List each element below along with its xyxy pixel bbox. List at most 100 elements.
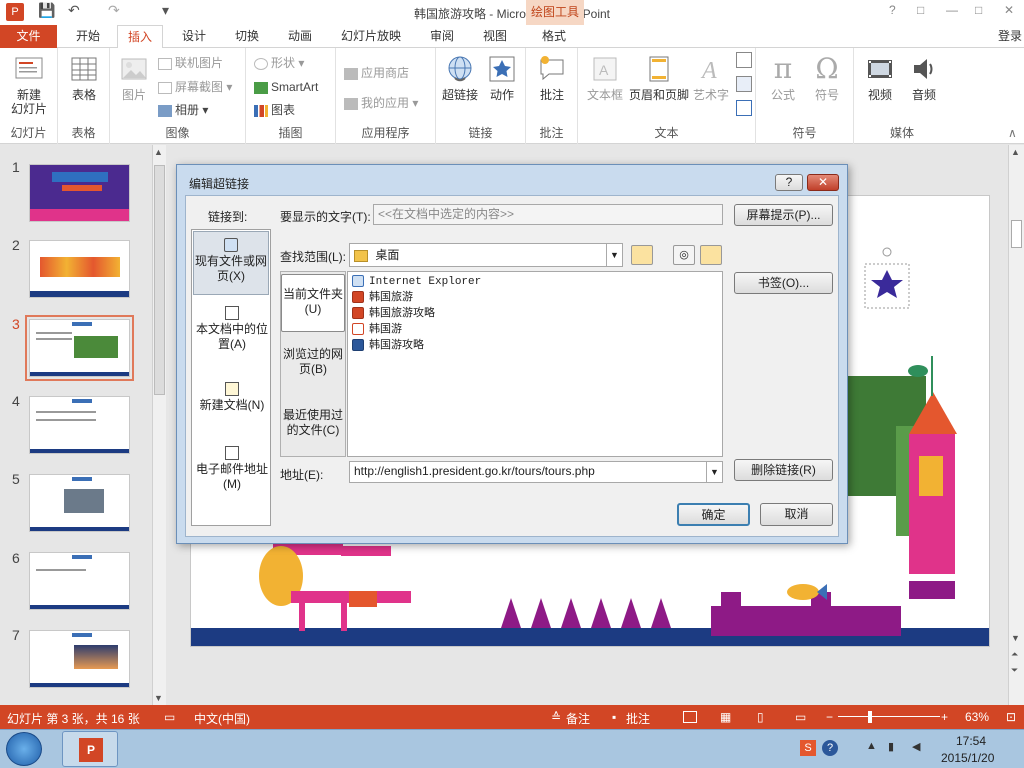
ok-button[interactable]: 确定: [677, 503, 750, 526]
comments-button[interactable]: 批注: [626, 710, 650, 727]
action-button[interactable]: 动作: [482, 54, 522, 102]
powerpoint-taskbar-button[interactable]: P: [62, 731, 118, 767]
tray-expand-icon[interactable]: ▲: [866, 740, 877, 752]
tab-insert[interactable]: 插入: [117, 25, 163, 49]
sogou-icon[interactable]: S: [800, 740, 816, 756]
wordart-button[interactable]: A 艺术字: [690, 54, 732, 102]
editor-scrollbar[interactable]: ▲ ▼ ⏶ ⏷: [1008, 145, 1024, 705]
comment-button[interactable]: 批注: [530, 54, 574, 102]
new-slide-button[interactable]: 新建 幻灯片: [4, 54, 54, 116]
header-footer-button[interactable]: 页眉和页脚: [628, 54, 690, 102]
tab-view[interactable]: 视图: [473, 25, 517, 48]
tab-transitions[interactable]: 切换: [225, 25, 269, 48]
minimize-button[interactable]: —: [946, 3, 958, 17]
table-button[interactable]: 表格: [62, 54, 106, 102]
zoom-slider-thumb[interactable]: [868, 711, 873, 723]
address-field[interactable]: http://english1.president.go.kr/tours/to…: [349, 461, 723, 483]
tab-animations[interactable]: 动画: [278, 25, 322, 48]
object-icon[interactable]: [736, 100, 752, 116]
reading-view-icon[interactable]: ▯: [757, 710, 764, 724]
smartart-button[interactable]: SmartArt: [254, 78, 318, 96]
cancel-button[interactable]: 取消: [760, 503, 833, 526]
audio-button[interactable]: 音频: [902, 54, 946, 102]
scope-current-folder[interactable]: 当前文件夹(U): [281, 274, 345, 332]
zoom-slider[interactable]: [838, 716, 940, 717]
spelling-icon[interactable]: ▭: [164, 710, 175, 724]
tab-slideshow[interactable]: 幻灯片放映: [332, 25, 410, 48]
close-button[interactable]: ✕: [1004, 3, 1014, 17]
collapse-ribbon-icon[interactable]: ∧: [1008, 124, 1017, 142]
up-folder-icon[interactable]: [631, 245, 653, 265]
online-pictures-button[interactable]: 联机图片: [158, 54, 223, 72]
list-item[interactable]: 韩国游攻略: [352, 338, 424, 354]
thumbnail-scrollbar[interactable]: ▲ ▼: [152, 145, 166, 705]
help-tray-icon[interactable]: ?: [822, 740, 838, 756]
zoom-level[interactable]: 63%: [965, 710, 989, 724]
scroll-thumb[interactable]: [1011, 220, 1022, 248]
volume-icon[interactable]: ◀: [912, 740, 920, 753]
list-item[interactable]: 韩国旅游: [352, 290, 413, 306]
clock-time[interactable]: 17:54: [956, 734, 986, 748]
link-to-new-document[interactable]: 新建文档(N): [193, 382, 271, 413]
list-item[interactable]: 韩国旅游攻略: [352, 306, 435, 322]
clock-date[interactable]: 2015/1/20: [941, 751, 994, 765]
photo-album-button[interactable]: 相册 ▾: [158, 101, 208, 119]
scroll-thumb[interactable]: [154, 165, 165, 395]
next-slide-icon[interactable]: ⏷: [1011, 665, 1018, 676]
look-in-select[interactable]: 桌面 ▼: [349, 243, 623, 267]
scroll-up-icon[interactable]: ▲: [1011, 147, 1020, 157]
list-item[interactable]: 韩国游: [352, 322, 402, 338]
tab-home[interactable]: 开始: [66, 25, 110, 48]
scroll-up-icon[interactable]: ▲: [154, 147, 163, 157]
slide-thumbnail[interactable]: [29, 396, 130, 454]
zoom-out-button[interactable]: −: [826, 710, 833, 724]
shapes-button[interactable]: 形状 ▾: [254, 54, 304, 72]
tab-review[interactable]: 审阅: [420, 25, 464, 48]
slide-sorter-icon[interactable]: ▦: [720, 710, 731, 724]
tab-file[interactable]: 文件: [0, 25, 57, 48]
datetime-icon[interactable]: [736, 52, 752, 68]
remove-link-button[interactable]: 删除链接(R): [734, 459, 833, 481]
picture-button[interactable]: 图片: [116, 54, 152, 102]
slide-thumbnail[interactable]: [29, 164, 130, 222]
link-to-existing-file[interactable]: 现有文件或网页(X): [193, 231, 269, 295]
screentip-button[interactable]: 屏幕提示(P)...: [734, 204, 833, 226]
my-apps-button[interactable]: 我的应用 ▾: [344, 94, 418, 112]
slide-thumbnail-selected[interactable]: [25, 315, 134, 381]
tab-design[interactable]: 设计: [172, 25, 216, 48]
symbol-button[interactable]: Ω 符号: [806, 54, 848, 103]
bookmark-button[interactable]: 书签(O)...: [734, 272, 833, 294]
link-to-email[interactable]: 电子邮件地址(M): [193, 446, 271, 492]
scroll-down-icon[interactable]: ▼: [1011, 633, 1020, 643]
ribbon-display-button[interactable]: □: [917, 3, 924, 17]
help-button[interactable]: ?: [889, 3, 896, 17]
scope-browsed-pages[interactable]: 浏览过的网页(B): [281, 347, 345, 377]
maximize-button[interactable]: □: [975, 3, 982, 17]
tab-format[interactable]: 格式: [531, 25, 577, 48]
language-status[interactable]: 中文(中国): [194, 710, 250, 727]
notes-icon[interactable]: ≙: [551, 710, 561, 724]
slide-number-icon[interactable]: [736, 76, 752, 92]
browse-web-icon[interactable]: ◎: [673, 245, 695, 265]
slide-thumbnail[interactable]: [29, 552, 130, 610]
scroll-down-icon[interactable]: ▼: [154, 693, 163, 703]
normal-view-icon[interactable]: [683, 711, 697, 723]
scope-recent-files[interactable]: 最近使用过的文件(C): [281, 408, 345, 438]
dialog-close-button[interactable]: ✕: [807, 174, 839, 191]
video-button[interactable]: 视频: [858, 54, 902, 102]
start-button-icon[interactable]: [6, 732, 42, 766]
chevron-down-icon[interactable]: ▼: [606, 244, 622, 266]
browse-file-icon[interactable]: [700, 245, 722, 265]
comments-icon[interactable]: ▪: [612, 710, 616, 724]
textbox-button[interactable]: A 文本框: [582, 54, 628, 102]
network-icon[interactable]: ▮: [888, 740, 894, 753]
chevron-down-icon[interactable]: ▼: [706, 462, 722, 482]
screenshot-button[interactable]: 屏幕截图 ▾: [158, 78, 232, 96]
previous-slide-icon[interactable]: ⏶: [1011, 649, 1018, 660]
notes-button[interactable]: 备注: [566, 710, 590, 727]
slide-thumbnail[interactable]: [29, 474, 130, 532]
hyperlink-button[interactable]: 超链接: [438, 54, 482, 102]
zoom-in-button[interactable]: +: [941, 710, 948, 724]
chart-button[interactable]: 图表: [254, 101, 295, 119]
fit-slide-icon[interactable]: ⊡: [1006, 710, 1016, 724]
